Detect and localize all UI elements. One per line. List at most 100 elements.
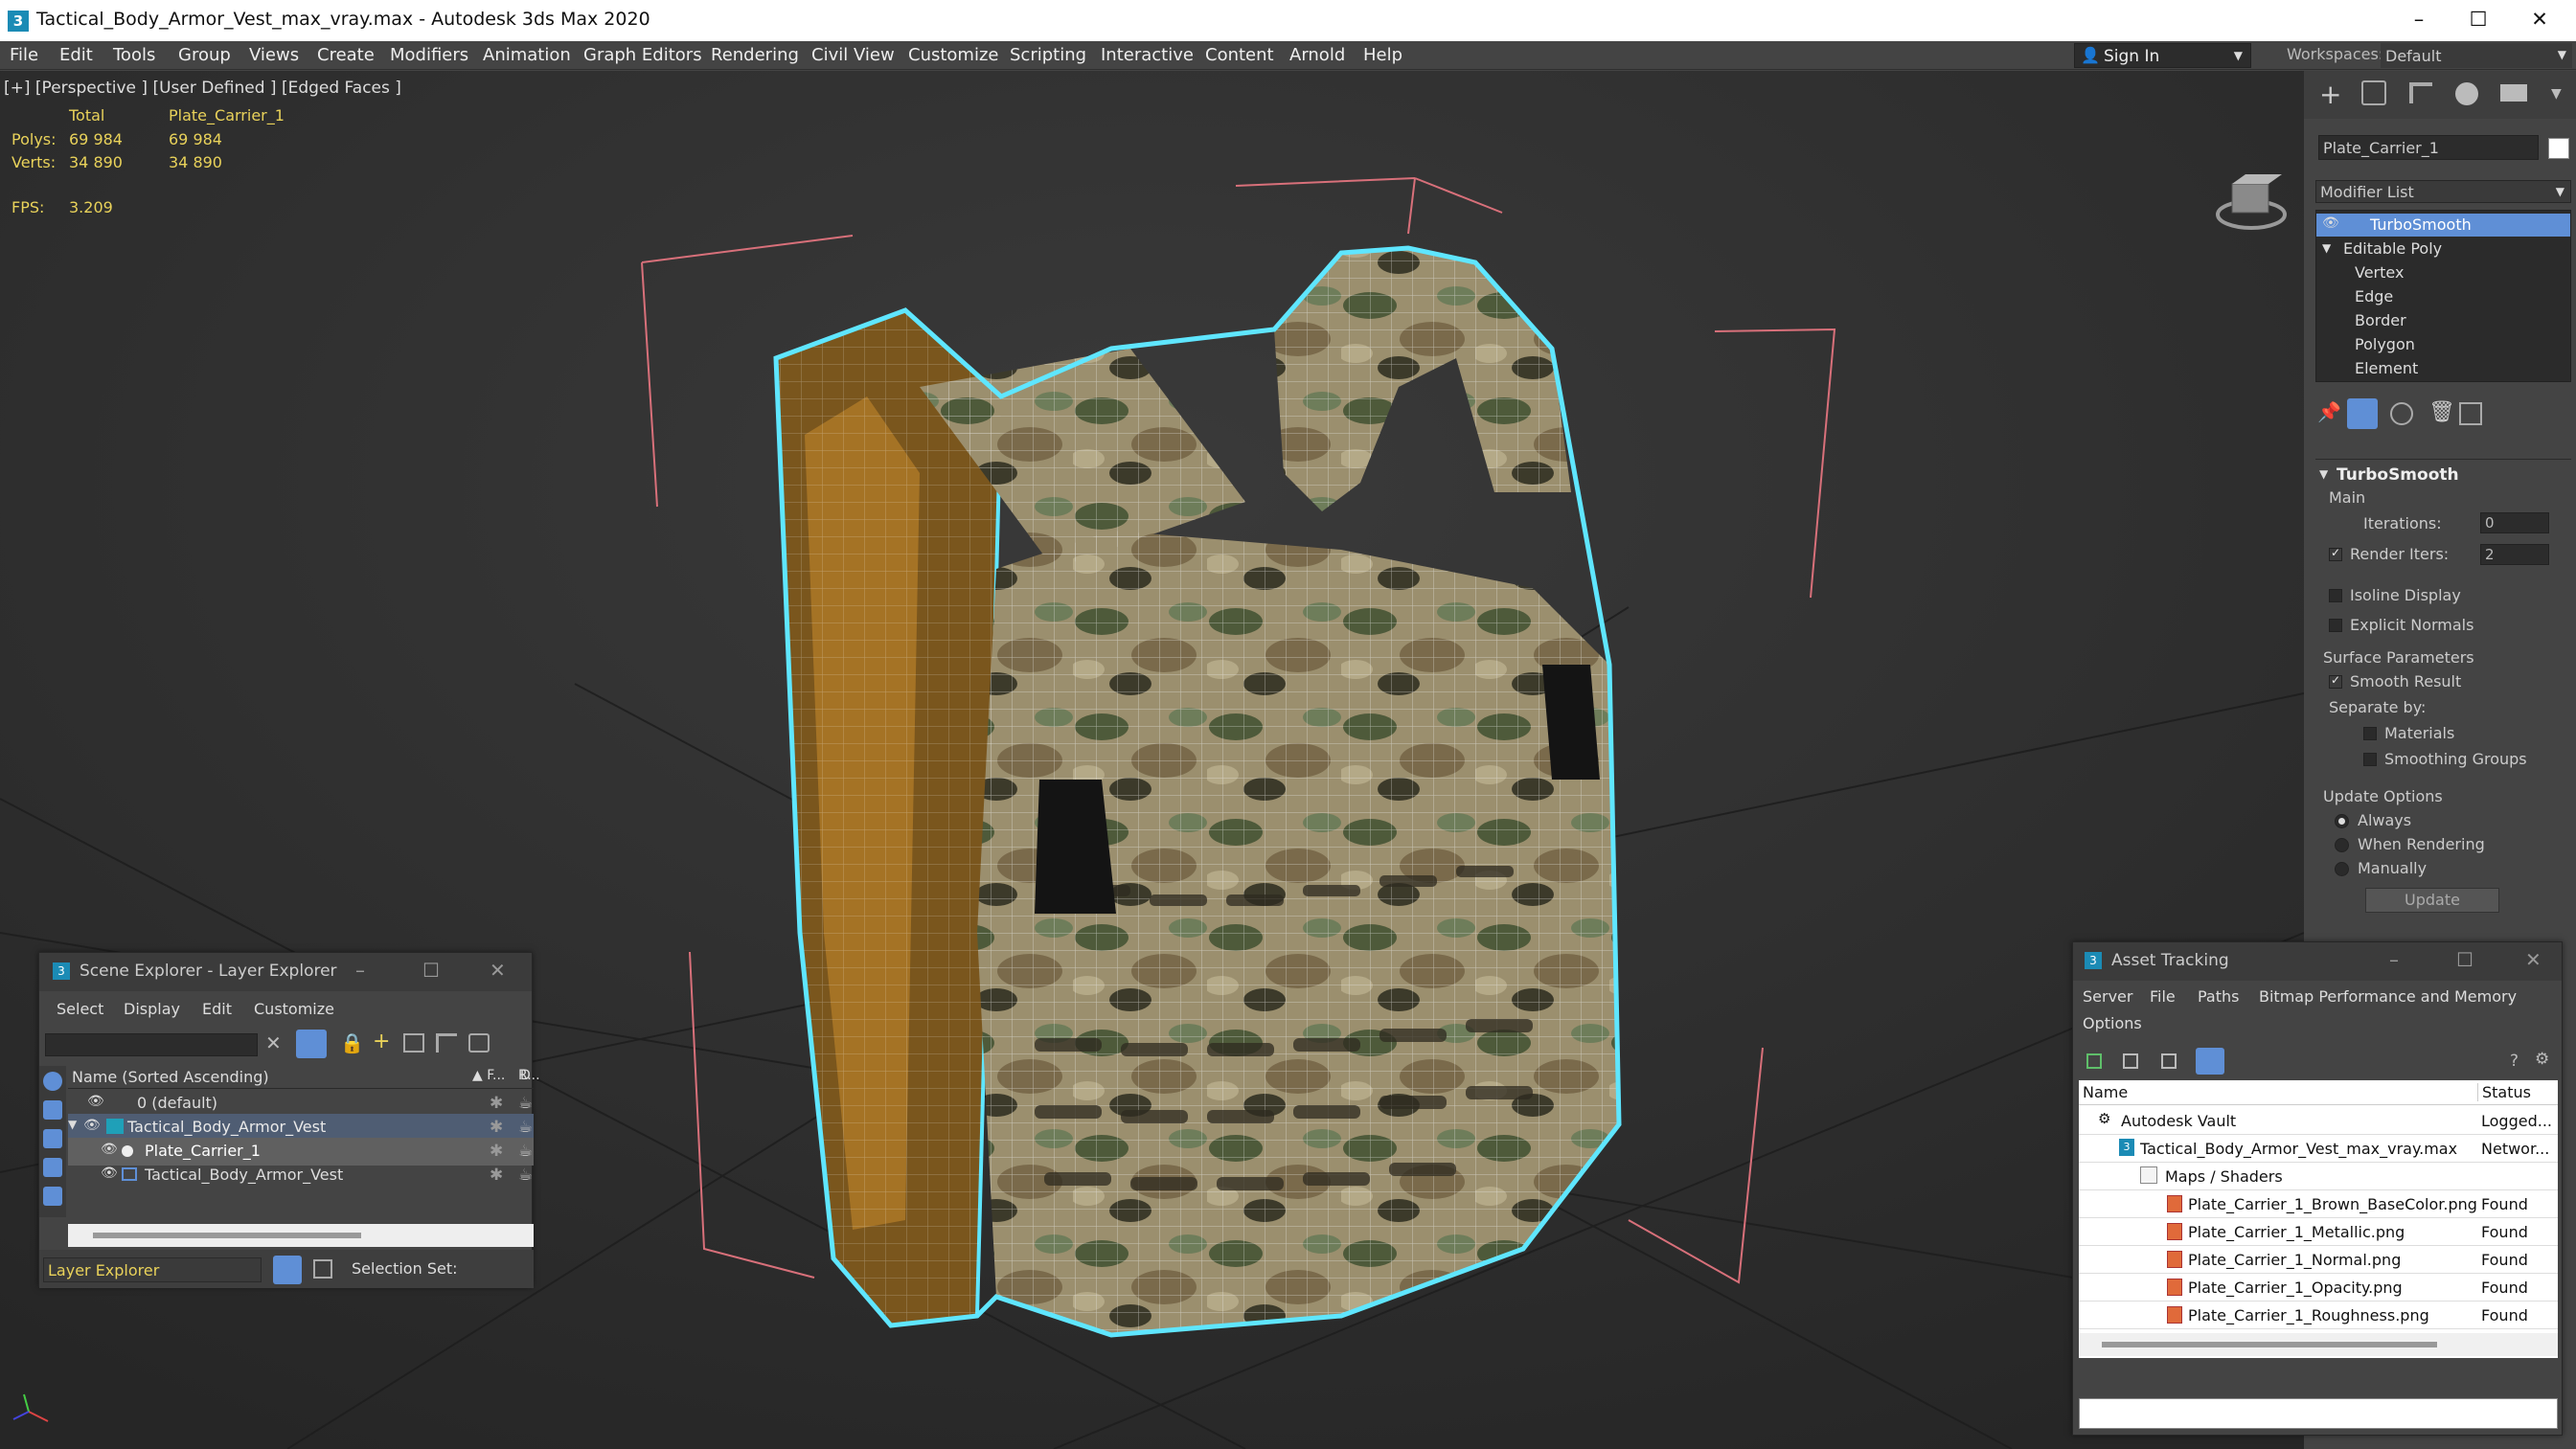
stack-item-editable-poly[interactable]: Editable Poly — [2343, 239, 2442, 258]
maximize-button[interactable]: ☐ — [422, 959, 440, 982]
at-menu-bitmap[interactable]: Bitmap Performance and Memory — [2259, 987, 2517, 1006]
always-radio[interactable] — [2335, 814, 2349, 828]
table-view-icon[interactable] — [2161, 1053, 2177, 1069]
object-color-swatch[interactable] — [2548, 138, 2569, 159]
selection-set-icon[interactable] — [313, 1259, 332, 1279]
object-name-field[interactable]: Plate_Carrier_1 — [2318, 135, 2539, 160]
smoothing-groups-checkbox[interactable] — [2363, 753, 2377, 766]
maximize-button[interactable]: ☐ — [2456, 948, 2473, 971]
menu-tools[interactable]: Tools — [113, 45, 155, 65]
configure-sets-icon[interactable] — [2459, 402, 2482, 425]
explicit-normals-checkbox[interactable] — [2329, 619, 2342, 632]
trash-icon[interactable]: 🗑 — [2428, 400, 2455, 424]
hierarchy-icon[interactable] — [436, 1033, 457, 1053]
eye-icon[interactable]: 👁 — [101, 1142, 118, 1157]
minimize-button[interactable]: – — [2389, 0, 2449, 41]
freeze-icon[interactable]: ✱ — [490, 1094, 503, 1113]
menu-customize[interactable]: Customize — [908, 45, 998, 65]
at-row-maps[interactable]: Maps / Shaders — [2079, 1163, 2558, 1190]
hierarchy-tab-icon[interactable] — [2409, 82, 2432, 103]
se-col-f[interactable]: ▲ F... — [472, 1068, 505, 1083]
at-row-normal[interactable]: Plate_Carrier_1_Normal.png Found — [2079, 1246, 2558, 1274]
at-row-roughness[interactable]: Plate_Carrier_1_Roughness.png Found — [2079, 1302, 2558, 1329]
scrollbar-thumb[interactable] — [93, 1233, 361, 1238]
motion-tab-icon[interactable] — [2455, 82, 2478, 105]
clear-icon[interactable]: ✕ — [265, 1031, 282, 1054]
render-icon[interactable]: ☕ — [518, 1094, 533, 1113]
se-search-input[interactable] — [45, 1033, 258, 1056]
menu-views[interactable]: Views — [249, 45, 299, 65]
chevron-down-icon[interactable]: ▼ — [68, 1118, 77, 1131]
at-menu-server[interactable]: Server — [2083, 987, 2132, 1006]
at-row-basecolor[interactable]: Plate_Carrier_1_Brown_BaseColor.png Foun… — [2079, 1190, 2558, 1218]
filter-icon[interactable] — [296, 1030, 327, 1058]
menu-scripting[interactable]: Scripting — [1010, 45, 1086, 65]
se-row-vest-group[interactable]: 👁 Tactical_Body_Armor_Vest ✱ ☕ — [68, 1162, 534, 1189]
chevron-down-icon[interactable]: ▼ — [2551, 86, 2562, 102]
freeze-icon[interactable]: ✱ — [490, 1118, 503, 1137]
modify-tab-icon[interactable] — [2361, 80, 2386, 105]
chevron-down-icon[interactable]: ▼ — [2322, 241, 2331, 255]
at-horizontal-scrollbar[interactable] — [2079, 1333, 2558, 1356]
menu-graph-editors[interactable]: Graph Editors — [583, 45, 702, 65]
eye-icon[interactable]: 👁 — [87, 1094, 104, 1109]
eye-icon[interactable]: 👁 — [101, 1166, 118, 1181]
at-menu-file[interactable]: File — [2150, 987, 2176, 1006]
render-icon[interactable]: ☕ — [518, 1142, 533, 1161]
display-objects-icon[interactable] — [43, 1072, 62, 1091]
at-row-max-file[interactable]: 3 Tactical_Body_Armor_Vest_max_vray.max … — [2079, 1135, 2558, 1163]
scrollbar-thumb[interactable] — [2102, 1342, 2437, 1347]
pin-stack-icon[interactable]: 📌 — [2317, 400, 2341, 423]
render-iters-checkbox[interactable]: ✓ — [2329, 546, 2342, 561]
minimize-button[interactable]: – — [355, 959, 365, 982]
stack-item-edge[interactable]: Edge — [2355, 287, 2393, 306]
menu-arnold[interactable]: Arnold — [1289, 45, 1345, 65]
se-horizontal-scrollbar[interactable] — [68, 1224, 534, 1247]
modifier-list-dropdown[interactable]: Modifier List ▼ — [2315, 180, 2571, 203]
chevron-down-icon[interactable]: ▼ — [2319, 467, 2328, 481]
display-geometry-icon[interactable] — [43, 1100, 62, 1120]
viewport-label[interactable]: [+] [Perspective ] [User Defined ] [Edge… — [4, 79, 401, 98]
menu-help[interactable]: Help — [1363, 45, 1402, 65]
menu-rendering[interactable]: Rendering — [711, 45, 799, 65]
at-row-metallic[interactable]: Plate_Carrier_1_Metallic.png Found — [2079, 1218, 2558, 1246]
layers-toggle-icon[interactable] — [273, 1256, 302, 1284]
iterations-spinner[interactable]: 0 — [2480, 512, 2549, 533]
layers-icon[interactable] — [403, 1033, 424, 1053]
eye-icon[interactable]: 👁 — [2322, 215, 2339, 231]
freeze-icon[interactable]: ✱ — [490, 1166, 503, 1185]
add-layer-icon[interactable]: + — [373, 1030, 390, 1053]
rollout-title[interactable]: TurboSmooth — [2337, 465, 2459, 485]
at-status-field[interactable] — [2079, 1398, 2558, 1429]
se-col-d[interactable]: D — [520, 1068, 531, 1083]
scene-explorer-titlebar[interactable]: 3 Scene Explorer - Layer Explorer – ☐ ✕ — [39, 953, 532, 991]
render-iters-spinner[interactable]: 2 — [2480, 544, 2549, 565]
when-rendering-radio[interactable] — [2335, 838, 2349, 852]
materials-checkbox[interactable] — [2363, 727, 2377, 740]
manually-radio[interactable] — [2335, 862, 2349, 876]
make-unique-icon[interactable] — [2390, 402, 2413, 425]
app-icon[interactable]: 3 — [8, 11, 29, 32]
at-col-name[interactable]: Name — [2083, 1083, 2128, 1101]
se-menu-customize[interactable]: Customize — [254, 1000, 334, 1018]
menu-civil-view[interactable]: Civil View — [811, 45, 895, 65]
stack-icon[interactable] — [468, 1033, 490, 1053]
eye-icon[interactable]: 👁 — [83, 1118, 101, 1133]
display-helpers-icon[interactable] — [43, 1187, 62, 1206]
minimize-button[interactable]: – — [2389, 948, 2399, 971]
close-button[interactable]: ✕ — [2510, 0, 2569, 41]
help-icon[interactable]: ? — [2510, 1052, 2519, 1071]
at-col-status[interactable]: Status — [2477, 1083, 2531, 1101]
se-menu-edit[interactable]: Edit — [202, 1000, 232, 1018]
display-lights-icon[interactable] — [43, 1129, 62, 1148]
layer-explorer-dropdown[interactable]: Layer Explorer — [43, 1257, 262, 1282]
render-icon[interactable]: ☕ — [518, 1166, 533, 1185]
update-button[interactable]: Update — [2365, 888, 2499, 913]
menu-content[interactable]: Content — [1205, 45, 1274, 65]
vault-icon[interactable] — [2086, 1053, 2102, 1069]
lock-icon[interactable]: 🔒 — [340, 1031, 364, 1054]
display-tab-icon[interactable] — [2500, 84, 2527, 102]
create-tab-icon[interactable]: + — [2319, 79, 2341, 110]
workspaces-dropdown[interactable]: Default ▼ — [2381, 43, 2572, 68]
stack-item-turbosmooth[interactable]: 👁 TurboSmooth — [2316, 214, 2570, 237]
